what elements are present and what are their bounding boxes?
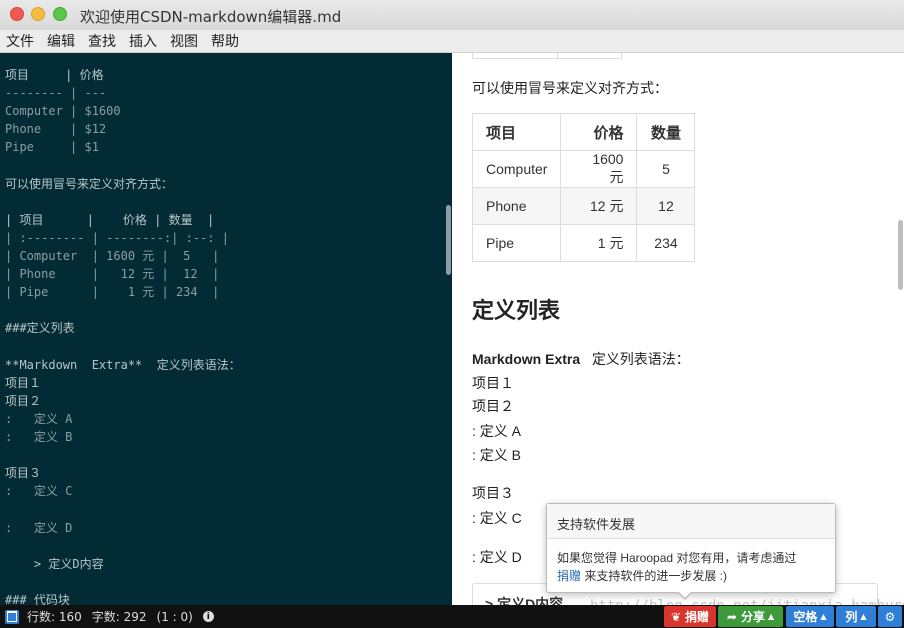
menu-edit[interactable]: 编辑 — [47, 31, 75, 51]
popup-text: 如果您觉得 Haroopad 对您有用，请考虑通过 — [557, 551, 797, 565]
menu-view[interactable]: 视图 — [170, 31, 198, 51]
definition: : 定义 B — [472, 447, 522, 463]
share-label: 分享 — [740, 610, 765, 624]
list-item: 项目３ — [472, 485, 514, 501]
settings-button[interactable]: ⚙ — [878, 606, 902, 627]
table-cell: 12 — [636, 187, 696, 225]
extra-text: 定义列表语法： — [591, 351, 690, 367]
table-cell: 1600 元 — [560, 150, 638, 188]
char-count: 字数: 292 — [91, 610, 147, 624]
table-cell: Computer — [471, 150, 562, 188]
title-bar: 欢迎使用CSDN-markdown编辑器.md — [0, 0, 904, 30]
definition: : 定义 C — [472, 510, 522, 526]
editor-line: | 项目 | 价格 | 数量 | — [5, 212, 215, 227]
heart-icon: ❦ — [670, 609, 682, 624]
menu-insert[interactable]: 插入 — [129, 31, 157, 51]
info-icon[interactable]: i — [202, 611, 214, 622]
editor-line: Phone | $12 — [5, 122, 107, 137]
editor-line: : 定义 A — [5, 411, 73, 426]
editor-line: 项目３ — [5, 466, 42, 481]
extra-bold: Markdown Extra — [472, 351, 581, 367]
list-item: 项目２ — [472, 398, 514, 414]
extra-line: Markdown Extra 定义列表语法： — [472, 349, 690, 369]
section-heading: 定义列表 — [472, 298, 561, 323]
editor-line: Pipe | $1 — [5, 140, 99, 155]
popup-body: 如果您觉得 Haroopad 对您有用，请考虑通过 捐赠 来支持软件的进一步发展… — [547, 539, 835, 595]
support-popup: 支持软件发展 如果您觉得 Haroopad 对您有用，请考虑通过 捐赠 来支持软… — [546, 503, 836, 600]
editor-line: > 定义D内容 — [5, 556, 104, 571]
editor-line: -------- | --- — [5, 86, 107, 101]
table-cell: 12 元 — [560, 187, 638, 225]
preview-scrollbar[interactable] — [898, 220, 903, 290]
editor-line: ###定义列表 — [5, 321, 75, 336]
table-cell: 1 元 — [560, 224, 638, 262]
editor-line: **Markdown Extra** 定义列表语法： — [5, 357, 241, 372]
caret-up-icon: ▲ — [820, 612, 827, 621]
editor-line: 项目２ — [5, 393, 42, 408]
popup-text-end: 来支持软件的进一步发展 :) — [581, 569, 728, 583]
list-item: 项目１ — [472, 375, 514, 391]
space-label: 空格 — [793, 610, 818, 624]
cursor-position: (1 : 0) — [156, 609, 193, 624]
table-header: 数量 — [636, 113, 696, 151]
share-arrow-icon: ➦ — [726, 609, 737, 624]
definition: : 定义 A — [472, 423, 522, 439]
table-cell: 5 — [636, 150, 696, 188]
editor-line: | Computer | 1600 元 | 5 | — [5, 249, 220, 263]
table-row: Pipe 1 元 234 — [471, 224, 696, 262]
window-title: 欢迎使用CSDN-markdown编辑器.md — [80, 8, 342, 26]
editor-line: | :-------- | --------:| :--: | — [5, 230, 229, 245]
table-row: Phone 12 元 12 — [471, 187, 696, 225]
editor-line: ### 代码块 — [5, 592, 70, 605]
table-row: Computer 1600 元 5 — [471, 150, 696, 188]
editor-scrollbar[interactable] — [446, 205, 451, 275]
table-header: 项目 — [471, 113, 562, 151]
table-header-row: 项目 价格 数量 — [471, 113, 696, 151]
price-table: 项目 价格 数量 Computer 1600 元 5 Phone 12 元 12… — [471, 113, 696, 262]
editor-line: : 定义 D — [5, 520, 73, 535]
share-button[interactable]: ➦ 分享 ▲ — [718, 606, 783, 627]
table-cell: Pipe — [471, 224, 562, 262]
table-fragment — [472, 53, 622, 59]
popup-title: 支持软件发展 — [547, 504, 835, 539]
menu-bar: 文件 编辑 查找 插入 视图 帮助 — [0, 30, 904, 53]
editor-line: | Phone | 12 元 | 12 | — [5, 267, 220, 282]
gear-icon: ⚙ — [884, 609, 896, 624]
indent-space-button[interactable]: 空格 ▲ — [786, 606, 834, 627]
blockquote-text: > 定义D内容 — [485, 596, 564, 605]
menu-file[interactable]: 文件 — [6, 31, 34, 51]
editor-line: 可以使用冒号来定义对齐方式： — [5, 176, 174, 191]
markdown-editor[interactable]: 项目 | 价格 -------- | --- Computer | $1600 Pho… — [0, 53, 452, 605]
table-cell: Phone — [471, 187, 562, 225]
close-window-button[interactable] — [10, 7, 24, 21]
table-header: 价格 — [560, 113, 638, 151]
editor-line: 项目 | 价格 — [5, 68, 104, 82]
line-count: 行数: 160 — [27, 610, 82, 624]
editor-line: 项目１ — [5, 375, 42, 390]
donate-label: 捐赠 — [685, 610, 710, 624]
column-label: 列 — [845, 610, 858, 624]
caret-up-icon: ▲ — [767, 612, 775, 621]
menu-find[interactable]: 查找 — [88, 31, 116, 51]
minimize-window-button[interactable] — [31, 7, 45, 21]
donate-link[interactable]: 捐赠 — [557, 569, 581, 583]
donate-button[interactable]: ❦ 捐赠 — [664, 606, 716, 627]
editor-line: : 定义 B — [5, 430, 73, 444]
table-cell: 234 — [636, 224, 696, 262]
column-button[interactable]: 列 ▲ — [836, 606, 876, 627]
maximize-window-button[interactable] — [53, 7, 67, 21]
menu-help[interactable]: 帮助 — [211, 31, 239, 51]
document-icon[interactable] — [5, 609, 19, 624]
editor-line: Computer | $1600 — [5, 104, 121, 119]
editor-line: | Pipe | 1 元 | 234 | — [5, 285, 220, 300]
definition: : 定义 D — [472, 549, 522, 565]
editor-line: : 定义 C — [5, 484, 73, 499]
caret-up-icon: ▲ — [860, 612, 867, 621]
align-description: 可以使用冒号来定义对齐方式： — [472, 80, 668, 96]
